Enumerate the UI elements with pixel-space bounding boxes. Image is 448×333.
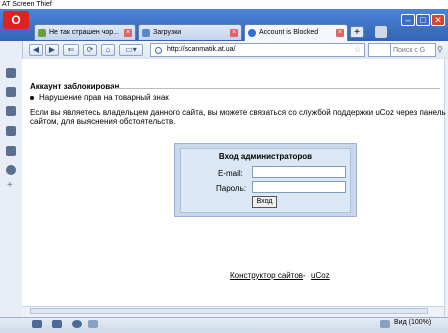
scrollbar-thumb[interactable] [30,308,428,314]
tab-label: Account is Blocked [259,29,319,36]
email-label: E-mail: [218,169,243,178]
sidebar-bookmarks-icon[interactable] [6,68,16,78]
admin-login-title: Вход администраторов [218,152,313,161]
close-icon[interactable]: × [230,29,238,37]
search-engine-selector[interactable] [368,43,391,57]
footer-separator: - [303,271,306,280]
password-field[interactable] [252,181,346,193]
trash-icon[interactable] [375,26,387,38]
close-window-button[interactable]: ✕ [431,14,445,26]
capture-title: AT Screen Thief [0,0,448,9]
address-bar[interactable]: http://scanmatik.at.ua/ [150,43,365,57]
panel-toggle-button[interactable]: ▭▾ [119,44,143,56]
reload-button[interactable]: ⟳ [83,44,97,56]
bullet-icon [30,96,34,100]
tab-chor[interactable]: Не так страшен чор... × [34,24,136,40]
sidebar-mail-icon[interactable] [6,126,16,136]
rewind-button[interactable]: ⇐ [63,44,79,56]
status-page-icon[interactable] [380,320,390,328]
login-button[interactable]: Вход [252,196,277,208]
status-unite-icon[interactable] [72,320,82,328]
status-images-icon[interactable] [88,320,98,328]
ucoz-link[interactable]: uCoz [311,271,330,280]
opera-logo-icon[interactable]: O [3,11,29,29]
globe-icon [248,29,256,37]
title-divider [112,88,440,89]
email-field[interactable] [252,166,346,178]
page-title: Аккаунт заблокирован [30,82,120,91]
tab-account-blocked[interactable]: Account is Blocked × [244,24,348,41]
forward-button[interactable]: ▶ [45,44,59,56]
block-reason: Нарушение прав на товарный знак [39,93,169,102]
status-turbo-icon[interactable] [52,320,62,328]
info-text-line1: Если вы являетесь владельцем данного сай… [30,108,446,117]
info-text-line2: сайтом, для выяснения обстоятельств. [30,117,176,126]
status-sync-icon[interactable] [32,320,42,328]
tab-downloads[interactable]: Загрузки × [138,24,242,40]
vertical-scrollbar[interactable] [444,59,448,317]
bookmark-star-icon[interactable]: ☆ [354,45,361,54]
site-builder-link[interactable]: Конструктор сайтов [230,271,303,280]
sidebar-history-icon[interactable] [6,165,16,175]
download-icon [142,29,150,37]
search-go-icon[interactable]: ⚲ [437,45,443,54]
sidebar-widgets-icon[interactable] [6,87,16,97]
home-button[interactable]: ⌂ [101,44,115,56]
close-icon[interactable]: × [124,29,132,37]
sidebar-notes-icon[interactable] [6,106,16,116]
new-tab-button[interactable]: + [350,26,364,38]
minimize-button[interactable]: – [401,14,415,26]
zoom-level[interactable]: Вид (100%) [394,319,431,326]
page-icon [38,29,46,37]
maximize-button[interactable]: □ [416,14,430,26]
sidebar-add-icon[interactable]: + [7,180,13,191]
site-info-icon[interactable] [155,47,162,54]
search-input[interactable] [391,43,436,57]
tab-label: Не так страшен чор... [49,29,119,36]
sidebar-panel [0,41,23,317]
close-icon[interactable]: × [336,29,344,37]
password-label: Пароль: [216,184,246,193]
tab-label: Загрузки [153,29,182,36]
sidebar-downloads-icon[interactable] [6,146,16,156]
back-button[interactable]: ◀ [29,44,43,56]
